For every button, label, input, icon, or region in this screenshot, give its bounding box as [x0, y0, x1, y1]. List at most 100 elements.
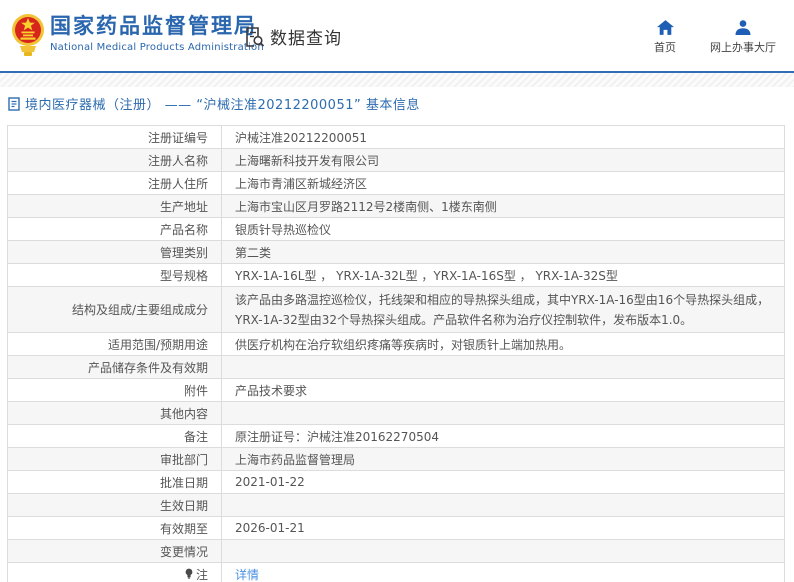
- field-value-text: 2026-01-21: [235, 521, 305, 535]
- field-value-text: 上海曙新科技开发有限公司: [235, 153, 380, 168]
- table-row: 生产地址 上海市宝山区月罗路2112号2楼南侧、1楼东南侧: [7, 194, 785, 218]
- user-icon: [735, 20, 751, 35]
- table-row: 产品储存条件及有效期: [7, 355, 785, 379]
- field-value: 供医疗机构在治疗软组织疼痛等疾病时，对银质针上端加热用。: [221, 332, 785, 356]
- field-value-text: 该产品由多路温控巡检仪，托线架和相应的导热探头组成，其中YRX-1A-16型由1…: [235, 292, 770, 327]
- field-label-text: 产品名称: [159, 222, 208, 237]
- field-label-text: 注册人名称: [147, 153, 208, 168]
- agency-name: 国家药品监督管理局: [50, 14, 257, 38]
- field-value: [221, 401, 785, 425]
- field-value: 原注册证号：沪械注准20162270504: [221, 424, 785, 448]
- document-icon: [8, 96, 20, 111]
- field-value-text: 上海市青浦区新城经济区: [235, 176, 368, 191]
- field-label-text: 结构及组成/主要组成成分: [71, 302, 208, 317]
- field-value-text: 沪械注准20212200051: [235, 130, 367, 145]
- background-texture: [0, 73, 794, 87]
- field-label-text: 注: [195, 567, 208, 582]
- field-value: 产品技术要求: [221, 378, 785, 402]
- field-label-text: 生产地址: [159, 199, 208, 214]
- field-value: 上海市宝山区月罗路2112号2楼南侧、1楼东南侧: [221, 194, 785, 218]
- field-value: 上海曙新科技开发有限公司: [221, 148, 785, 172]
- field-value-text: 第二类: [235, 245, 272, 260]
- field-value-text: 上海市宝山区月罗路2112号2楼南侧、1楼东南侧: [235, 199, 497, 214]
- field-label: 有效期至: [7, 516, 222, 540]
- field-value: 详情: [221, 562, 785, 582]
- info-table-body: 注册证编号 沪械注准20212200051 注册人名称 上海曙新科技开发有限公司 注册人…: [7, 125, 785, 582]
- field-label-text: 有效期至: [159, 521, 208, 536]
- detail-link[interactable]: 详情: [235, 568, 259, 582]
- nav-home[interactable]: 首页: [654, 20, 676, 55]
- home-icon: [656, 20, 674, 35]
- field-label: 审批部门: [7, 447, 222, 471]
- field-label: 生效日期: [7, 493, 222, 517]
- field-value: 银质针导热巡检仪: [221, 217, 785, 241]
- table-row: 注册人名称 上海曙新科技开发有限公司: [7, 148, 785, 172]
- page-title: 境内医疗器械（注册） —— “沪械注准20212200051” 基本信息: [25, 98, 420, 113]
- field-value: [221, 355, 785, 379]
- field-label: 生产地址: [7, 194, 222, 218]
- field-label-text: 注册证编号: [147, 130, 208, 145]
- lightbulb-icon: [184, 568, 194, 582]
- field-value-text: YRX-1A-16L型 ， YRX-1A-32L型 ，YRX-1A-16S型 ，…: [235, 268, 618, 283]
- field-value: YRX-1A-16L型 ， YRX-1A-32L型 ，YRX-1A-16S型 ，…: [221, 263, 785, 287]
- field-value: 上海市药品监督管理局: [221, 447, 785, 471]
- field-label: 注册人住所: [7, 171, 222, 195]
- table-row: 变更情况: [7, 539, 785, 563]
- breadcrumb: 境内医疗器械（注册） —— “沪械注准20212200051” 基本信息: [0, 87, 794, 119]
- top-navigation: 首页 网上办事大厅: [654, 20, 776, 55]
- site-header: 国家药品监督管理局 National Medical Products Admi…: [0, 0, 794, 71]
- field-label: 注册人名称: [7, 148, 222, 172]
- field-label: 批准日期: [7, 470, 222, 494]
- main-content: 境内医疗器械（注册） —— “沪械注准20212200051” 基本信息 注册证…: [0, 87, 794, 582]
- agency-name-en: National Medical Products Administration: [50, 42, 264, 53]
- field-value: 第二类: [221, 240, 785, 264]
- field-value-text: 原注册证号：沪械注准20162270504: [235, 429, 439, 444]
- field-label-text: 审批部门: [159, 452, 208, 467]
- data-query-section[interactable]: 数据查询: [243, 24, 342, 49]
- field-label-text: 生效日期: [159, 498, 208, 513]
- field-value: 2026-01-21: [221, 516, 785, 540]
- field-label: 注册证编号: [7, 125, 222, 149]
- table-row: 审批部门 上海市药品监督管理局: [7, 447, 785, 471]
- field-value-text: 上海市药品监督管理局: [235, 452, 356, 467]
- table-row: 注册人住所 上海市青浦区新城经济区: [7, 171, 785, 195]
- field-label: 结构及组成/主要组成成分: [7, 286, 222, 333]
- national-emblem-logo: [12, 14, 44, 56]
- table-row: 管理类别 第二类: [7, 240, 785, 264]
- field-value-text: 产品技术要求: [235, 383, 308, 398]
- field-label: 其他内容: [7, 401, 222, 425]
- table-row: 批准日期 2021-01-22: [7, 470, 785, 494]
- table-row: 结构及组成/主要组成成分 该产品由多路温控巡检仪，托线架和相应的导热探头组成，其中…: [7, 286, 785, 333]
- field-label-text: 附件: [183, 383, 208, 398]
- table-row: 有效期至 2026-01-21: [7, 516, 785, 540]
- nav-service-hall[interactable]: 网上办事大厅: [710, 20, 776, 55]
- field-value: 上海市青浦区新城经济区: [221, 171, 785, 195]
- field-label: 产品名称: [7, 217, 222, 241]
- table-row: 备注 原注册证号：沪械注准20162270504: [7, 424, 785, 448]
- field-value: 该产品由多路温控巡检仪，托线架和相应的导热探头组成，其中YRX-1A-16型由1…: [221, 286, 785, 333]
- table-row: 型号规格 YRX-1A-16L型 ， YRX-1A-32L型 ，YRX-1A-16…: [7, 263, 785, 287]
- field-value-text: 供医疗机构在治疗软组织疼痛等疾病时，对银质针上端加热用。: [235, 337, 572, 352]
- field-label: 产品储存条件及有效期: [7, 355, 222, 379]
- table-row: 产品名称 银质针导热巡检仪: [7, 217, 785, 241]
- field-value: 2021-01-22: [221, 470, 785, 494]
- field-label: 注: [7, 562, 222, 582]
- table-row: 其他内容: [7, 401, 785, 425]
- field-label-text: 产品储存条件及有效期: [87, 360, 208, 375]
- field-label: 管理类别: [7, 240, 222, 264]
- field-label: 备注: [7, 424, 222, 448]
- field-label-text: 适用范围/预期用途: [107, 337, 208, 352]
- field-label-text: 其他内容: [159, 406, 208, 421]
- field-label-text: 注册人住所: [147, 176, 208, 191]
- table-row: 适用范围/预期用途 供医疗机构在治疗软组织疼痛等疾病时，对银质针上端加热用。: [7, 332, 785, 356]
- field-label: 变更情况: [7, 539, 222, 563]
- field-label-text: 型号规格: [159, 268, 208, 283]
- table-row: 注册证编号 沪械注准20212200051: [7, 125, 785, 149]
- table-row: 生效日期: [7, 493, 785, 517]
- agency-title-block: 国家药品监督管理局 National Medical Products Admi…: [50, 13, 264, 53]
- field-label-text: 变更情况: [159, 544, 208, 559]
- field-value-text: 2021-01-22: [235, 475, 305, 489]
- nav-home-label: 首页: [654, 41, 676, 54]
- field-label: 适用范围/预期用途: [7, 332, 222, 356]
- field-value-text: 银质针导热巡检仪: [235, 222, 332, 237]
